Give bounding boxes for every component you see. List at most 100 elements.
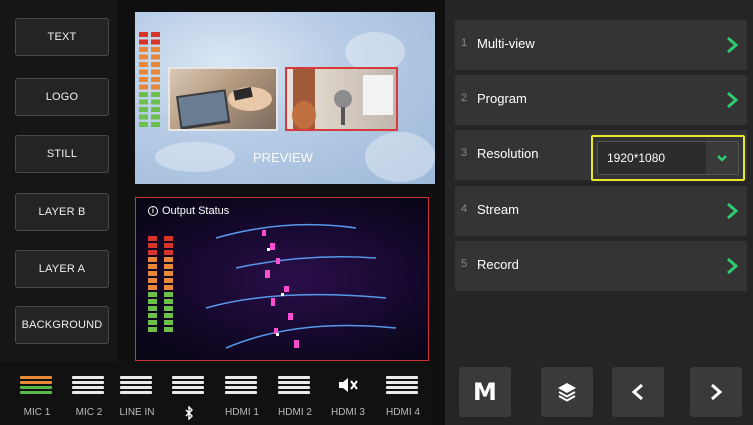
meter-segment [151, 47, 160, 52]
meter-segment [151, 62, 160, 67]
chevron-right-icon [711, 383, 723, 401]
chevron-right-icon [727, 202, 739, 220]
laptop-pip-source[interactable] [168, 67, 278, 131]
audio-channel-label: LINE IN [119, 407, 155, 418]
guitar-pip-source[interactable] [285, 67, 398, 131]
audio-channel-label: MIC 1 [23, 407, 51, 418]
row-label: Multi-view [477, 36, 535, 51]
meter-segment [164, 271, 173, 276]
layer-a-button[interactable]: LAYER A [15, 250, 109, 288]
audio-channel-label: HDMI 2 [278, 407, 312, 418]
preview-label: PREVIEW [253, 150, 313, 165]
meter-segment [164, 257, 173, 262]
meter-segment [151, 39, 160, 45]
preview-monitor[interactable]: PREVIEW [135, 12, 435, 184]
meter-segment [151, 69, 160, 75]
next-button[interactable] [690, 367, 742, 417]
meter-segment [164, 292, 173, 297]
meter-segment [148, 299, 157, 304]
meter-segment [151, 77, 160, 82]
meter-segment [151, 107, 160, 112]
row-label: Program [477, 91, 527, 106]
meter-segment [148, 327, 157, 332]
audio-channel-label: HDMI 3 [331, 407, 365, 418]
meter-segment [148, 236, 157, 241]
meter-segment [148, 313, 157, 318]
meter-segment [164, 236, 173, 241]
menu-item-multi-view[interactable]: 1 Multi-view [455, 20, 747, 70]
fader-icon [120, 376, 152, 396]
chevron-down-icon[interactable] [706, 142, 738, 174]
meter-segment [139, 114, 148, 120]
output-status-label: Output Status [162, 205, 230, 217]
row-number: 2 [461, 92, 468, 104]
audio-channel-hdmi-1[interactable]: HDMI 1 [219, 368, 265, 418]
menu-item-program[interactable]: 2 Program [455, 75, 747, 125]
audio-channel-mic-1[interactable]: MIC 1 [14, 368, 60, 418]
meter-segment [139, 39, 148, 45]
meter-segment [148, 271, 157, 276]
meter-segment [139, 69, 148, 75]
meter-segment [151, 114, 160, 120]
still-layer-button[interactable]: STILL [15, 135, 109, 173]
meter-segment [164, 285, 173, 290]
meter-segment [151, 92, 160, 97]
meter-segment [139, 32, 148, 37]
row-label: Record [477, 257, 519, 272]
meter-segment [139, 107, 148, 112]
background-layer-button[interactable]: BACKGROUND [15, 306, 109, 344]
meter-segment [164, 264, 173, 269]
meter-segment [139, 62, 148, 67]
meter-segment [164, 306, 173, 311]
meter-segment [148, 243, 157, 248]
audio-channel-label: HDMI 4 [386, 407, 420, 418]
audio-channel-mic-2[interactable]: MIC 2 [66, 368, 112, 418]
audio-channel-hdmi-2[interactable]: HDMI 2 [272, 368, 318, 418]
meter-segment [139, 54, 148, 60]
audio-channel-hdmi-4[interactable]: HDMI 4 [380, 368, 426, 418]
audio-channel-hdmi-3[interactable]: HDMI 3 [325, 368, 371, 418]
resolution-value: 1920*1080 [607, 151, 666, 165]
meter-segment [139, 92, 148, 97]
output-visual [205, 223, 397, 349]
meter-segment [151, 54, 160, 60]
audio-channel-line-in[interactable]: LINE IN [114, 368, 160, 418]
meter-segment [148, 285, 157, 290]
meter-segment [164, 320, 173, 325]
meter-segment [164, 278, 173, 283]
menu-item-record[interactable]: 5 Record [455, 241, 747, 291]
muted-speaker-icon [339, 378, 358, 392]
meter-segment [164, 250, 173, 255]
resolution-select[interactable]: 1920*1080 [591, 135, 745, 181]
output-status-title: i Output Status [148, 205, 229, 217]
fader-icon [72, 376, 104, 396]
layers-button[interactable] [541, 367, 593, 417]
meter-segment [148, 264, 157, 269]
menu-item-stream[interactable]: 4 Stream [455, 186, 747, 236]
layers-icon [558, 383, 576, 402]
logo-layer-button[interactable]: LOGO [15, 78, 109, 116]
text-layer-button[interactable]: TEXT [15, 18, 109, 56]
meter-segment [164, 313, 173, 318]
meter-segment [139, 84, 148, 90]
audio-channel-label: MIC 2 [75, 407, 103, 418]
output-monitor[interactable]: i Output Status [135, 197, 429, 361]
fader-icon [278, 376, 310, 396]
row-number: 5 [461, 258, 468, 270]
meter-segment [139, 122, 148, 127]
previous-button[interactable] [612, 367, 664, 417]
row-number: 1 [461, 37, 468, 49]
fader-icon [20, 376, 52, 396]
m-button[interactable]: M [459, 367, 511, 417]
row-number: 3 [461, 147, 468, 159]
chevron-right-icon [727, 91, 739, 109]
info-icon: i [148, 206, 158, 216]
fader-icon [225, 376, 257, 396]
layer-b-button[interactable]: LAYER B [15, 193, 109, 231]
meter-segment [164, 327, 173, 332]
meter-segment [164, 243, 173, 248]
chevron-right-icon [727, 36, 739, 54]
fader-icon [172, 376, 204, 396]
audio-channel-bluetooth[interactable] [166, 368, 212, 420]
row-number: 4 [461, 203, 468, 215]
